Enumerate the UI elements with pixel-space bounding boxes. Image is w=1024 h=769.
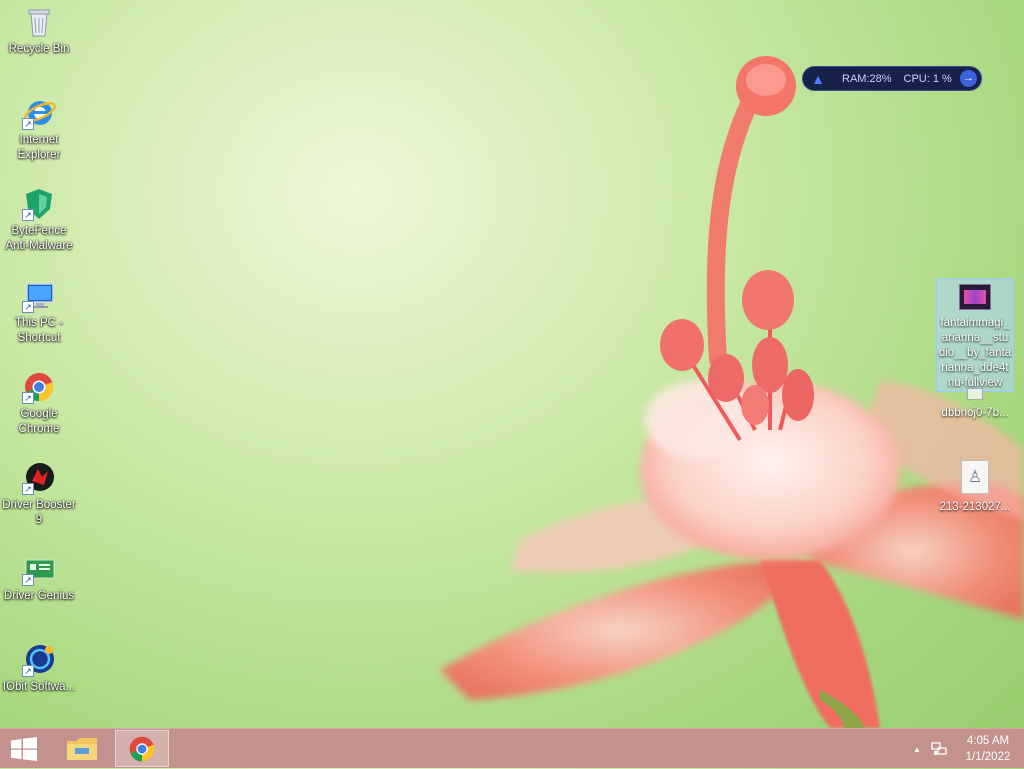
shortcut-arrow-icon: ↗	[22, 665, 34, 677]
desktop-icon-label: IObit Softwa...	[2, 681, 76, 693]
cpu-usage: CPU: 1 %	[903, 72, 952, 85]
desktop-icon-driver-booster[interactable]: ↗ Driver Booster 9	[1, 461, 77, 528]
image-file-icon	[959, 284, 991, 310]
taskbar-file-explorer[interactable]	[55, 730, 109, 767]
shortcut-arrow-icon: ↗	[22, 483, 34, 495]
windows-logo-icon	[11, 737, 37, 761]
desktop-file-213[interactable]: ♙ 213-213027...	[935, 460, 1015, 515]
shortcut-arrow-icon: ↗	[22, 392, 34, 404]
image-file-icon	[967, 388, 983, 400]
arrow-right-icon[interactable]: →	[960, 70, 977, 87]
driver-genius-icon: ↗	[22, 552, 56, 586]
folder-icon	[67, 737, 97, 760]
desktop-icon-google-chrome[interactable]: ↗ Google Chrome	[1, 370, 77, 437]
desktop-icon-label: ByteFence Anti-Malware	[5, 225, 73, 252]
system-tray: ▲ 4:05 AM 1/1/2022	[908, 729, 1024, 769]
iobit-icon: ↗	[22, 643, 56, 677]
taskbar: ▲ 4:05 AM 1/1/2022	[0, 728, 1024, 768]
network-icon[interactable]	[926, 741, 952, 757]
bytefence-icon: ↗	[22, 187, 56, 221]
driver-booster-icon: ↗	[22, 461, 56, 495]
desktop-icon-driver-genius[interactable]: ↗ Driver Genius	[1, 552, 77, 604]
desktop-icon-label: Recycle Bin	[8, 43, 70, 55]
clock[interactable]: 4:05 AM 1/1/2022	[952, 733, 1024, 765]
chrome-icon: ↗	[22, 370, 56, 404]
desktop-icon-recycle-bin[interactable]: Recycle Bin	[1, 5, 77, 57]
start-button[interactable]	[0, 729, 48, 769]
this-pc-icon: ↗	[22, 279, 56, 313]
shortcut-arrow-icon: ↗	[22, 574, 34, 586]
desktop-icon-label: Driver Genius	[3, 590, 75, 602]
desktop-icon-label: Internet Explorer	[17, 134, 61, 161]
shortcut-arrow-icon: ↗	[22, 301, 34, 313]
chrome-icon	[129, 736, 155, 761]
desktop-icon-internet-explorer[interactable]: ↗ Internet Explorer	[1, 96, 77, 163]
rocket-icon: ▲	[811, 70, 825, 87]
desktop-icon-this-pc[interactable]: ↗ This PC - Shortcut	[1, 279, 77, 346]
show-hidden-icons-chevron[interactable]: ▲	[908, 745, 926, 754]
image-file-icon: ♙	[961, 460, 989, 494]
desktop-icon-bytefence[interactable]: ↗ ByteFence Anti-Malware	[1, 187, 77, 254]
desktop-file-label: fantaimmagi_arianna__stu dio__by_fanta r…	[938, 317, 1012, 389]
desktop-icon-label: This PC - Shortcut	[15, 317, 63, 344]
recycle-bin-icon	[22, 5, 56, 39]
internet-explorer-icon: ↗	[22, 96, 56, 130]
clock-date: 1/1/2022	[965, 751, 1011, 763]
desktop-file-label: dbbnoj0-7b...	[941, 407, 1009, 419]
desktop-file-fantaimmagi[interactable]: fantaimmagi_arianna__stu dio__by_fanta r…	[935, 284, 1015, 391]
desktop-file-dbbnoj0[interactable]: dbbnoj0-7b...	[935, 388, 1015, 421]
shortcut-arrow-icon: ↗	[22, 209, 34, 221]
taskbar-chrome[interactable]	[115, 730, 169, 767]
desktop-wallpaper	[0, 0, 1024, 728]
ram-usage: RAM:28%	[842, 72, 892, 85]
shortcut-arrow-icon: ↗	[22, 118, 34, 130]
system-monitor-widget[interactable]: ▲ RAM:28% CPU: 1 % →	[802, 66, 982, 91]
desktop-icon-label: Google Chrome	[18, 408, 60, 435]
desktop-file-label: 213-213027...	[939, 501, 1011, 513]
clock-time: 4:05 AM	[966, 735, 1010, 747]
desktop-icon-label: Driver Booster 9	[2, 499, 76, 526]
desktop-icon-iobit[interactable]: ↗ IObit Softwa...	[1, 643, 77, 695]
